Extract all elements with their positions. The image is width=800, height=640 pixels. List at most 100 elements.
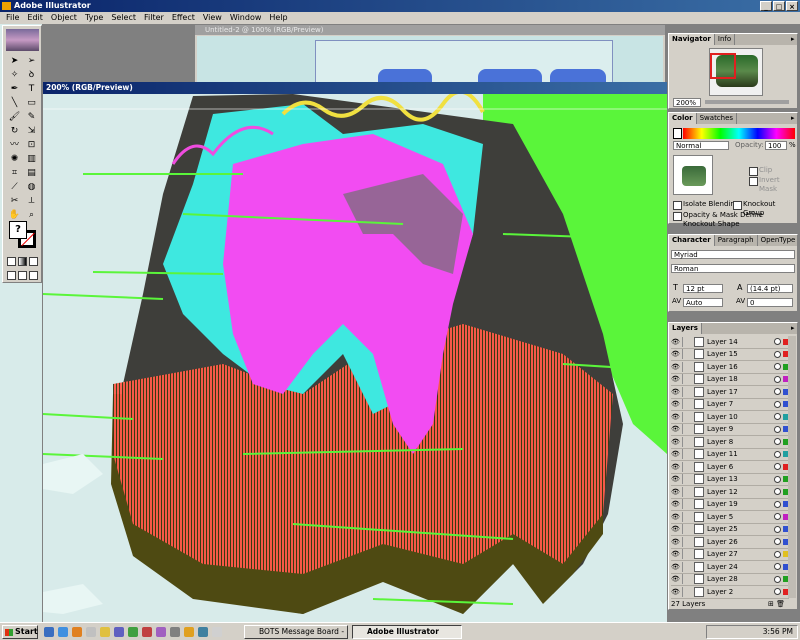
layer-row[interactable]: 👁 Layer 17 [671,386,789,399]
lock-toggle[interactable] [682,449,691,460]
app-icon[interactable] [170,627,180,637]
layer-row[interactable]: 👁 Layer 9 [671,424,789,436]
target-icon[interactable] [774,463,781,471]
illustrator-logo[interactable] [6,29,39,51]
slice-tool-icon[interactable]: ⟂ [23,194,40,208]
tab-layers[interactable]: Layers [669,323,702,334]
layer-row[interactable]: 👁 Layer 8 [671,436,789,449]
explorer-icon[interactable] [86,627,96,637]
layer-row[interactable]: 👁 Layer 25 [671,524,789,536]
navigator-thumbnail[interactable] [709,48,763,96]
layer-row[interactable]: 👁 Layer 27 [671,549,789,561]
invert-mask-checkbox[interactable]: Invert Mask [749,176,797,194]
scale-tool-icon[interactable]: ⇲ [23,124,40,138]
layer-row[interactable]: 👁 Layer 19 [671,499,789,511]
eye-icon[interactable]: 👁 [671,563,680,571]
menu-edit[interactable]: Edit [23,12,47,24]
start-button[interactable]: Start [2,625,38,639]
eyedropper-tool-icon[interactable]: ⟋ [6,180,23,194]
blend-tool-icon[interactable]: ◍ [23,180,40,194]
lock-toggle[interactable] [682,386,691,397]
clock[interactable]: 3:56 PM [763,627,793,636]
document-title[interactable]: Untitled-2 @ 100% (RGB/Preview) [195,25,665,35]
eye-icon[interactable]: 👁 [671,463,680,471]
mesh-tool-icon[interactable]: ⌗ [6,166,23,180]
tab-character[interactable]: Character [669,235,715,246]
lock-toggle[interactable] [682,486,691,497]
document-window-back[interactable]: Untitled-2 @ 100% (RGB/Preview) [195,25,665,90]
menu-filter[interactable]: Filter [140,12,168,24]
document-title-bar[interactable]: 200% (RGB/Preview) [43,82,667,94]
scissors-tool-icon[interactable]: ✂ [6,194,23,208]
tracking-field[interactable]: 0 [747,298,793,307]
target-icon[interactable] [774,350,781,358]
layer-row[interactable]: 👁 Layer 10 [671,411,789,424]
task-adobe-illustrator[interactable]: Adobe Illustrator [352,625,462,639]
menu-view[interactable]: View [199,12,226,24]
layer-row[interactable]: 👁 Layer 6 [671,461,789,474]
new-layer-icon[interactable]: ⊞ 🗑 [768,600,785,608]
document-window-front[interactable]: 200% (RGB/Preview) [43,82,667,622]
lock-toggle[interactable] [682,461,691,472]
target-icon[interactable] [774,588,781,596]
tab-navigator[interactable]: Navigator [669,34,715,45]
lock-toggle[interactable] [682,586,691,597]
lock-toggle[interactable] [682,524,691,535]
eye-icon[interactable]: 👁 [671,488,680,496]
target-icon[interactable] [774,375,781,383]
tab-color[interactable]: Color [669,113,697,124]
opacity-mask-checkbox[interactable]: Opacity & Mask Define Knockout Shape [673,211,797,229]
view-box[interactable] [710,53,736,79]
lock-toggle[interactable] [682,536,691,547]
isolate-blending-checkbox[interactable]: Isolate Blending [673,200,739,210]
warp-tool-icon[interactable]: 〰 [6,138,23,152]
line-tool-icon[interactable]: ╲ [6,96,23,110]
pen-tool-icon[interactable]: ✒ [6,82,23,96]
zoom-slider[interactable] [705,100,789,104]
tab-paragraph[interactable]: Paragraph [715,235,758,246]
graph-tool-icon[interactable]: ▥ [23,152,40,166]
layer-row[interactable]: 👁 Layer 26 [671,536,789,549]
lock-toggle[interactable] [682,574,691,585]
color-mode-icon[interactable] [7,257,16,266]
lock-toggle[interactable] [682,349,691,360]
screen-mode-menu-icon[interactable] [18,271,27,280]
eye-icon[interactable]: 👁 [671,413,680,421]
gradient-mode-icon[interactable] [18,257,27,266]
eye-icon[interactable]: 👁 [671,575,680,583]
layer-row[interactable]: 👁 Layer 16 [671,361,789,374]
target-icon[interactable] [774,538,781,546]
lock-toggle[interactable] [682,499,691,510]
eye-icon[interactable]: 👁 [671,538,680,546]
palette-menu-icon[interactable]: ▸ [788,323,797,334]
folder-icon[interactable] [100,627,110,637]
firefox-icon[interactable] [72,627,82,637]
target-icon[interactable] [774,525,781,533]
eye-icon[interactable]: 👁 [671,338,680,346]
layer-row[interactable]: 👁 Layer 24 [671,561,789,574]
app-icon[interactable] [128,627,138,637]
zoom-tool-icon[interactable]: ⌕ [23,208,40,222]
close-button[interactable]: × [786,1,798,11]
color-spectrum[interactable] [683,128,795,139]
eye-icon[interactable]: 👁 [671,363,680,371]
lock-toggle[interactable] [682,361,691,372]
screen-mode-standard-icon[interactable] [7,271,16,280]
layer-row[interactable]: 👁 Layer 28 [671,574,789,586]
clip-checkbox[interactable]: Clip [749,166,772,176]
target-icon[interactable] [774,575,781,583]
lock-toggle[interactable] [682,399,691,410]
layers-scrollbar[interactable] [788,336,796,598]
eye-icon[interactable]: 👁 [671,350,680,358]
eye-icon[interactable]: 👁 [671,438,680,446]
target-icon[interactable] [774,450,781,458]
menu-window[interactable]: Window [226,12,266,24]
app-icon[interactable] [142,627,152,637]
layer-row[interactable]: 👁 Layer 13 [671,474,789,486]
font-family-select[interactable]: Myriad [671,250,795,259]
screen-mode-full-icon[interactable] [29,271,38,280]
kerning-field[interactable]: Auto [683,298,723,307]
type-tool-icon[interactable]: T [23,82,40,96]
menu-effect[interactable]: Effect [168,12,199,24]
eye-icon[interactable]: 👁 [671,388,680,396]
